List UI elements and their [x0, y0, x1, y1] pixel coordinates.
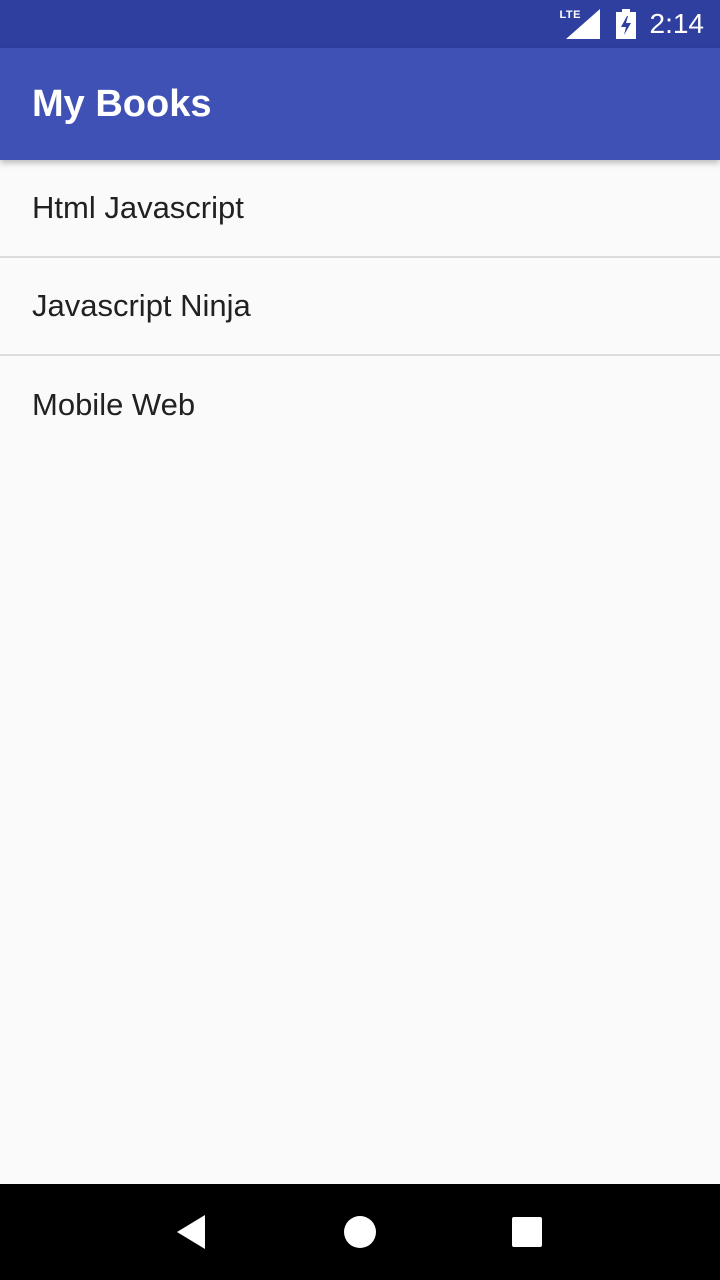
home-icon: [343, 1216, 376, 1248]
book-title: Mobile Web: [32, 387, 196, 422]
book-list-item[interactable]: Mobile Web: [0, 356, 720, 454]
recents-icon: [511, 1217, 542, 1247]
status-bar: LTE 2:14: [0, 0, 720, 48]
page-title: My Books: [32, 82, 212, 125]
back-icon: [177, 1215, 206, 1249]
book-list: Html Javascript Javascript Ninja Mobile …: [0, 160, 720, 454]
signal-icon: LTE: [560, 9, 600, 39]
recents-button[interactable]: [497, 1202, 557, 1262]
home-button[interactable]: [330, 1202, 390, 1262]
app-bar: My Books: [0, 48, 720, 160]
book-list-item[interactable]: Html Javascript: [0, 160, 720, 258]
back-button[interactable]: [163, 1202, 223, 1262]
battery-charging-icon: [615, 9, 636, 39]
book-title: Html Javascript: [32, 190, 244, 225]
navigation-bar: [0, 1184, 720, 1280]
book-title: Javascript Ninja: [32, 288, 251, 323]
status-clock: 2:14: [649, 8, 705, 39]
book-list-item[interactable]: Javascript Ninja: [0, 258, 720, 356]
